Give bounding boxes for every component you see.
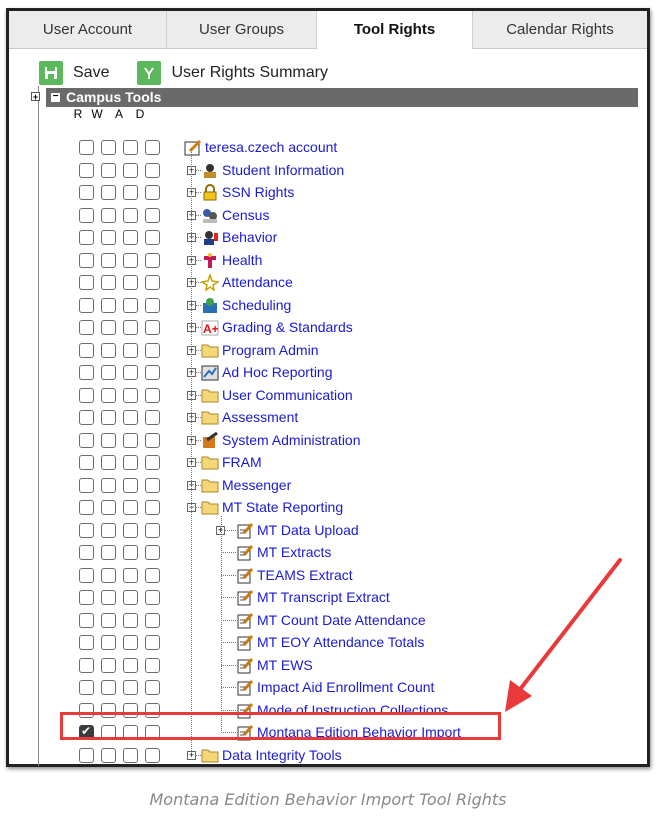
annotation-arrow — [505, 558, 622, 712]
figure-caption: Montana Edition Behavior Import Tool Rig… — [149, 790, 507, 809]
